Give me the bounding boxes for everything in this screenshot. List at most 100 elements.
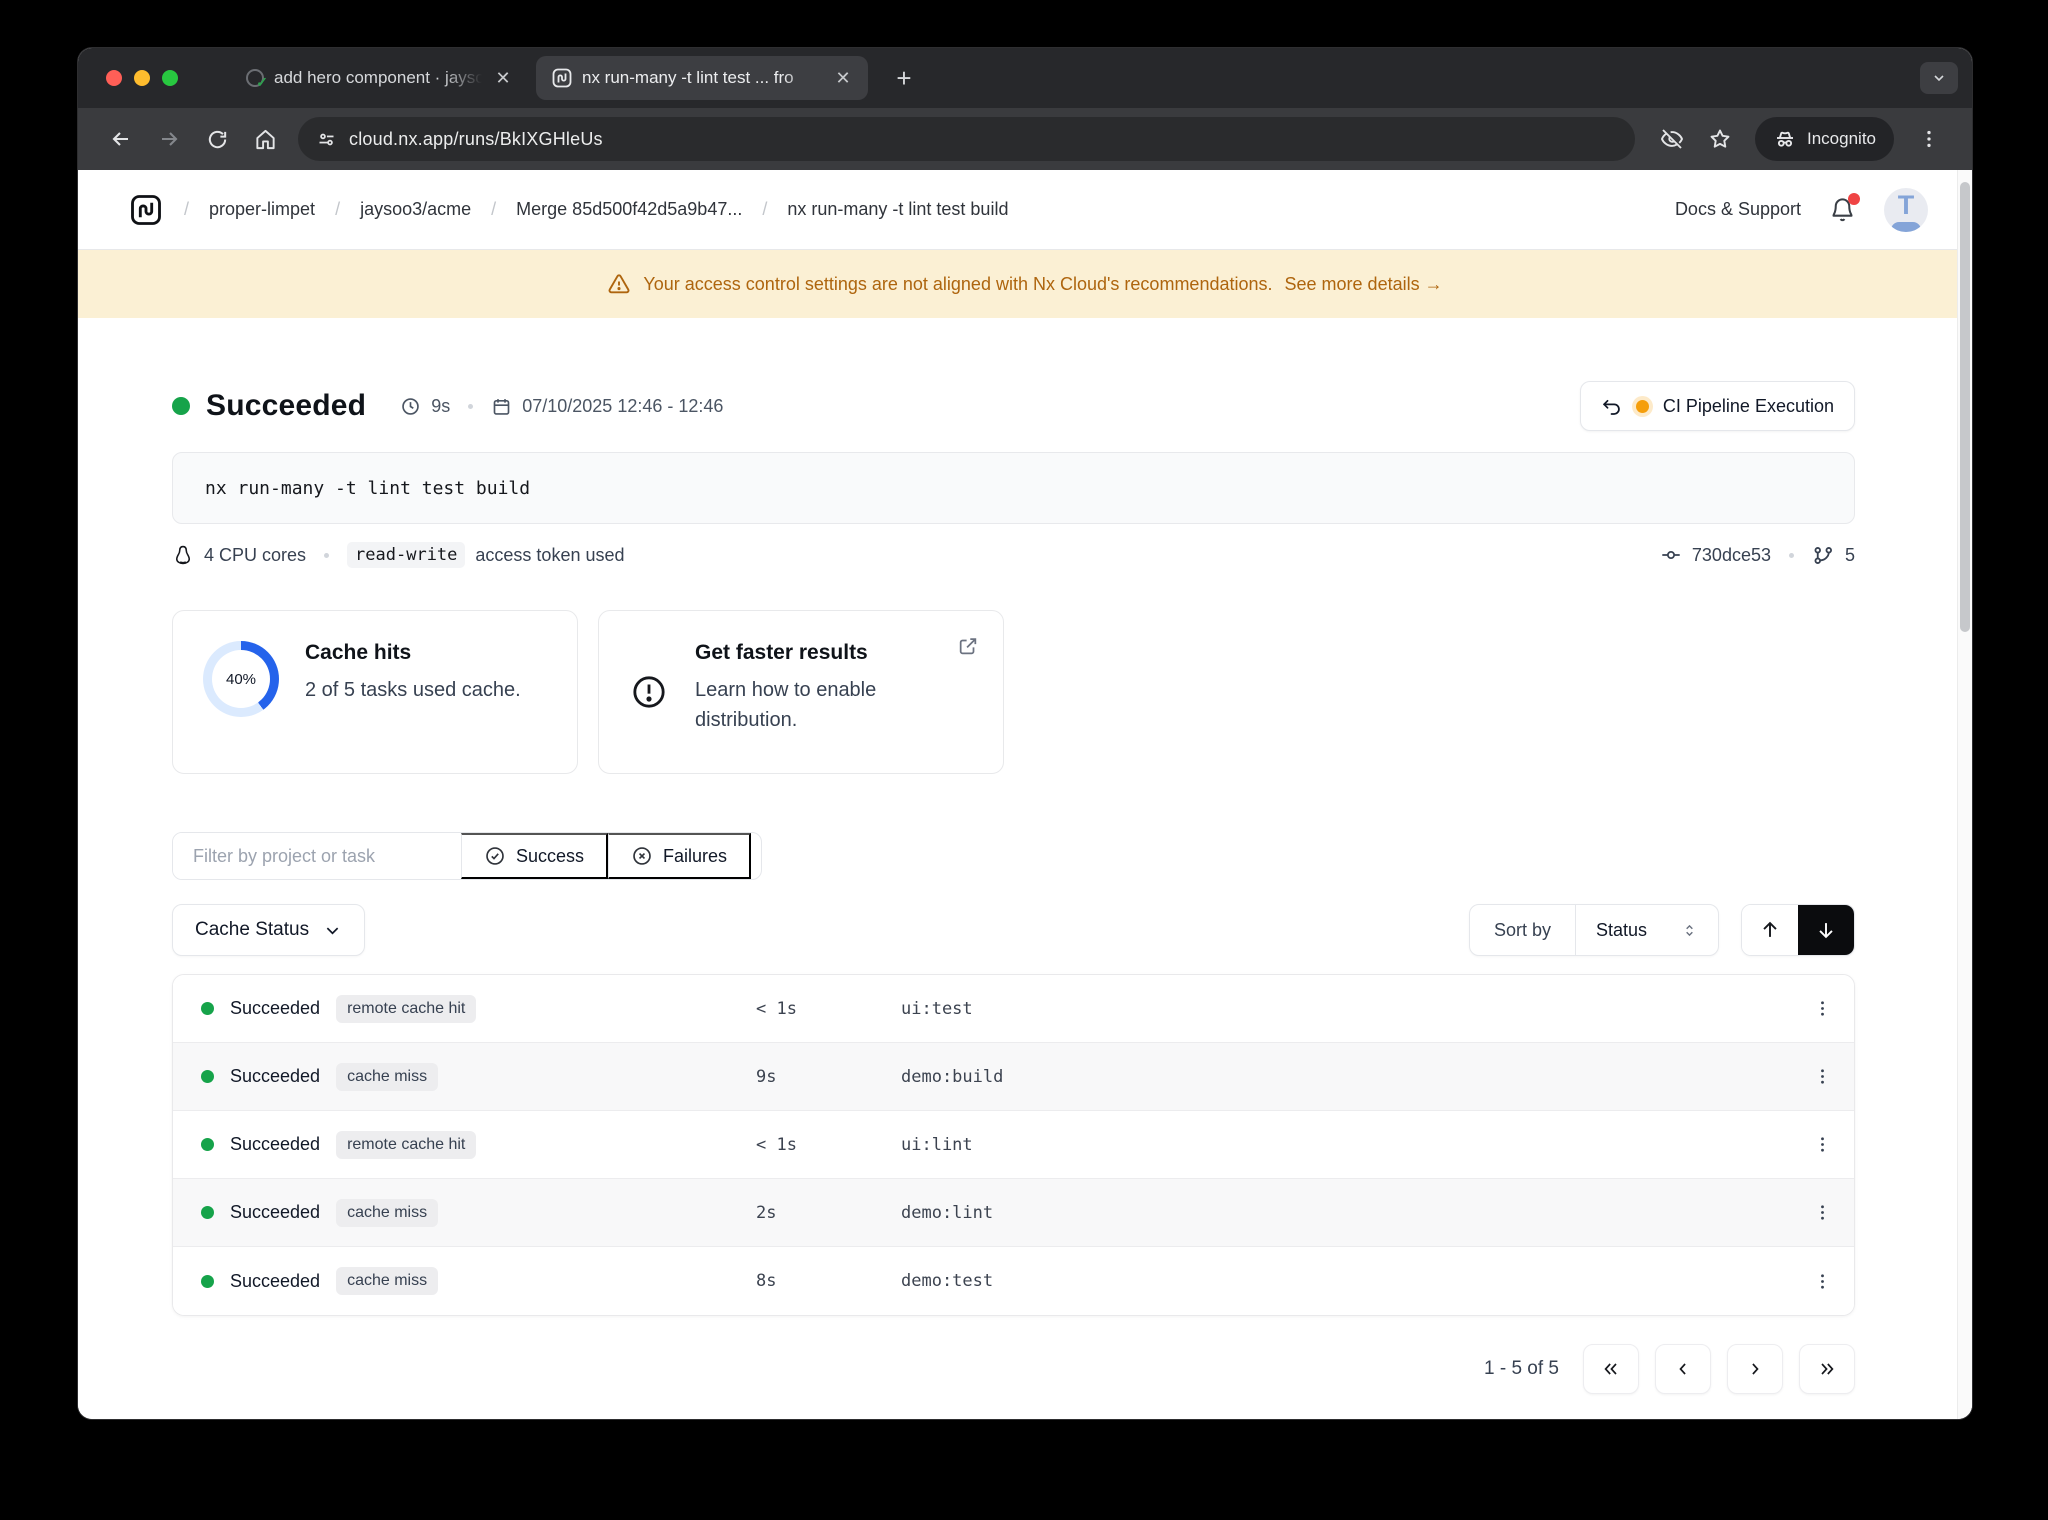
cache-card-title: Cache hits (305, 641, 412, 664)
row-menu-kebab-icon[interactable] (1790, 998, 1854, 1019)
url-text[interactable]: cloud.nx.app/runs/BkIXGHleUs (349, 129, 603, 150)
reload-icon[interactable] (196, 118, 238, 160)
previous-page-button[interactable] (1655, 1344, 1711, 1394)
row-status: Succeeded (230, 998, 321, 1018)
site-header: / proper-limpet / jaysoo3/acme / Merge 8… (78, 170, 1972, 250)
cache-status-badge: remote cache hit (336, 1130, 477, 1159)
table-row[interactable]: Succeeded remote cache hit < 1s ui:test (173, 975, 1854, 1043)
row-task: demo:test (901, 1271, 994, 1291)
new-tab-button[interactable]: + (886, 60, 922, 96)
sort-direction-toggle (1741, 904, 1855, 956)
run-content: Succeeded 9s 07/10/2025 12:46 - 12:46 CI… (172, 381, 1855, 1394)
docs-support-link[interactable]: Docs & Support (1675, 199, 1801, 220)
summary-cards: 40% Cache hits 2 of 5 tasks used cache. (172, 610, 1855, 774)
access-token-text: access token used (475, 544, 625, 565)
avatar[interactable]: T (1884, 187, 1928, 232)
row-success-dot (201, 1274, 214, 1288)
first-page-button[interactable] (1583, 1344, 1639, 1394)
tab-favicon-check-icon: ✓ (244, 67, 268, 90)
cache-status-dropdown[interactable]: Cache Status (172, 904, 366, 956)
window-controls (106, 70, 178, 86)
dot-separator (1788, 552, 1794, 558)
banner-details-link[interactable]: See more details → (1285, 274, 1443, 295)
cache-percent: 40% (225, 670, 257, 688)
table-row[interactable]: Succeeded remote cache hit < 1s ui:lint (173, 1111, 1854, 1179)
success-filter-button[interactable]: Success (461, 833, 609, 879)
tab-search-chevron-icon[interactable] (1920, 62, 1958, 94)
back-icon[interactable] (100, 118, 142, 160)
row-menu-kebab-icon[interactable] (1790, 1134, 1854, 1155)
nx-favicon-icon (550, 66, 574, 90)
home-icon[interactable] (244, 118, 286, 160)
failures-filter-button[interactable]: Failures (608, 833, 752, 879)
cache-card-subtitle: 2 of 5 tasks used cache. (305, 679, 521, 701)
filter-group: Success Failures (172, 832, 762, 880)
access-token-badge: read-write (347, 542, 466, 568)
info-circle-icon (629, 672, 669, 712)
maximize-window-button[interactable] (162, 70, 178, 86)
row-duration: < 1s (756, 998, 797, 1019)
breadcrumb-separator: / (335, 199, 341, 219)
table-row[interactable]: Succeeded cache miss 2s demo:lint (173, 1179, 1854, 1247)
tab-github-pr[interactable]: ✓ add hero component · jaysoo ✕ (230, 56, 528, 100)
cpu-cores: 4 CPU cores (204, 544, 307, 565)
site-settings-icon[interactable] (316, 129, 337, 150)
breadcrumb-merge[interactable]: Merge 85d500f42d5a9b47... (516, 199, 742, 220)
sort-ascending-button[interactable] (1742, 905, 1798, 955)
calendar-icon (491, 396, 512, 417)
scrollbar-thumb[interactable] (1960, 182, 1970, 632)
breadcrumb-repo[interactable]: jaysoo3/acme (360, 199, 471, 220)
faster-card-subtitle: Learn how to enable distribution. (695, 679, 877, 731)
tab-nx-run[interactable]: nx run-many -t lint test ... fro ✕ (536, 56, 868, 100)
cache-hits-card: 40% Cache hits 2 of 5 tasks used cache. (172, 610, 578, 774)
eye-off-icon[interactable] (1651, 118, 1693, 160)
chevron-down-icon (323, 921, 342, 940)
meta-row: 4 CPU cores read-write access token used… (172, 542, 1855, 568)
close-window-button[interactable] (106, 70, 122, 86)
table-row[interactable]: Succeeded cache miss 9s demo:build (173, 1043, 1854, 1111)
clock-icon (400, 396, 421, 417)
nx-logo-icon[interactable] (128, 192, 164, 228)
next-page-button[interactable] (1727, 1344, 1783, 1394)
forward-icon[interactable] (148, 118, 190, 160)
ci-pipeline-label: CI Pipeline Execution (1662, 395, 1834, 416)
sort-field-select[interactable]: Status (1574, 905, 1718, 955)
tab-title: add hero component · jaysoo (274, 68, 482, 88)
ci-pipeline-execution-button[interactable]: CI Pipeline Execution (1579, 381, 1855, 431)
x-circle-icon (631, 845, 653, 867)
row-menu-kebab-icon[interactable] (1790, 1202, 1854, 1223)
row-task: ui:lint (901, 1134, 973, 1155)
browser-menu-kebab-icon[interactable] (1908, 118, 1950, 160)
row-task: demo:build (901, 1066, 1004, 1087)
branch-count[interactable]: 5 (1845, 545, 1855, 566)
faster-results-card[interactable]: Get faster results Learn how to enable d… (598, 610, 1004, 774)
breadcrumb-separator: / (491, 199, 497, 219)
page-scrollbar[interactable] (1957, 170, 1972, 1419)
filter-input[interactable] (173, 833, 461, 879)
pagination-label: 1 - 5 of 5 (1484, 1358, 1559, 1379)
linux-penguin-icon (172, 544, 194, 566)
external-link-icon[interactable] (957, 635, 979, 657)
breadcrumb-run[interactable]: nx run-many -t lint test build (787, 199, 1008, 220)
url-bar[interactable]: cloud.nx.app/runs/BkIXGHleUs (298, 117, 1635, 161)
row-menu-kebab-icon[interactable] (1790, 1066, 1854, 1087)
minimize-window-button[interactable] (134, 70, 150, 86)
bookmark-star-icon[interactable] (1699, 118, 1741, 160)
breadcrumb-org[interactable]: proper-limpet (209, 199, 315, 220)
failures-filter-label: Failures (663, 845, 728, 866)
sort-descending-button[interactable] (1798, 905, 1854, 955)
tab-close-icon[interactable]: ✕ (490, 65, 516, 91)
notifications-bell-icon[interactable] (1829, 193, 1860, 223)
undo-icon (1601, 396, 1622, 417)
table-row[interactable]: Succeeded cache miss 8s demo:test (173, 1247, 1854, 1315)
breadcrumb-separator: / (762, 199, 768, 219)
check-circle-icon (484, 845, 506, 867)
commit-sha[interactable]: 730dce53 (1692, 545, 1771, 566)
row-menu-kebab-icon[interactable] (1790, 1271, 1854, 1292)
browser-toolbar: cloud.nx.app/runs/BkIXGHleUs Incognito (78, 108, 1972, 170)
row-status: Succeeded (230, 1202, 321, 1222)
row-status: Succeeded (230, 1134, 321, 1154)
last-page-button[interactable] (1799, 1344, 1855, 1394)
tab-close-icon[interactable]: ✕ (830, 65, 856, 91)
access-warning-banner: Your access control settings are not ali… (78, 250, 1972, 318)
